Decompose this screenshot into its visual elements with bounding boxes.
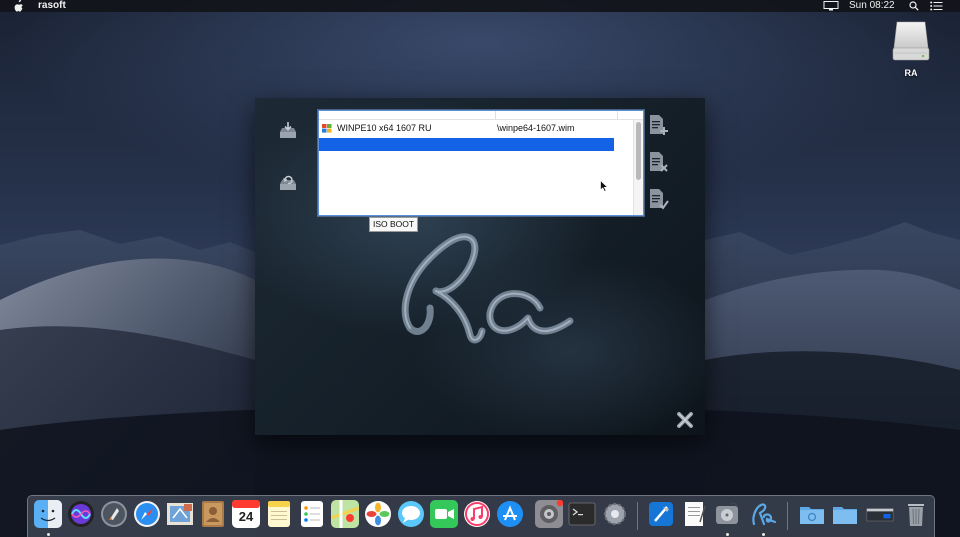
- app-store-icon[interactable]: [496, 500, 524, 528]
- safari-icon[interactable]: [133, 500, 161, 528]
- desktop: rasoft Sun 08:22 RA WINPE10 x64 1607 RU …: [0, 0, 960, 537]
- dock-separator: [787, 502, 788, 530]
- window-icon[interactable]: [866, 500, 898, 528]
- mouse-cursor-icon: [600, 180, 608, 192]
- messages-icon[interactable]: [397, 500, 425, 528]
- running-indicator: [762, 533, 765, 536]
- boot-image-list[interactable]: WINPE10 x64 1607 RU \winpe64-1607.wim: [318, 110, 644, 216]
- terminal-icon[interactable]: [568, 500, 596, 528]
- list-item-selected[interactable]: [319, 138, 614, 151]
- list-header: [319, 111, 643, 120]
- finder-icon[interactable]: [34, 500, 62, 528]
- image-path: \winpe64-1607.wim: [497, 123, 575, 133]
- menubar-clock[interactable]: Sun 08:22: [849, 0, 895, 12]
- scroll-thumb[interactable]: [636, 122, 641, 180]
- calendar-day: 24: [238, 509, 254, 524]
- list-scrollbar[interactable]: [633, 120, 643, 215]
- trash-icon[interactable]: [902, 500, 930, 528]
- settings-gear-icon[interactable]: [601, 500, 629, 528]
- calendar-icon[interactable]: 24: [232, 500, 260, 528]
- facetime-icon[interactable]: [430, 500, 458, 528]
- airplay-display-icon[interactable]: [823, 1, 839, 11]
- dock-separator: [637, 502, 638, 530]
- maps-icon[interactable]: [331, 500, 359, 528]
- running-indicator: [726, 533, 729, 536]
- list-item[interactable]: WINPE10 x64 1607 RU \winpe64-1607.wim: [319, 122, 633, 134]
- image-name: WINPE10 x64 1607 RU: [337, 123, 432, 133]
- notification-center-icon[interactable]: [930, 1, 943, 11]
- dock: 24: [27, 495, 935, 537]
- notes-icon[interactable]: [265, 500, 293, 528]
- apple-logo-icon[interactable]: [14, 0, 24, 12]
- external-drive-icon[interactable]: [891, 20, 931, 64]
- disk-utility-icon[interactable]: [713, 500, 741, 528]
- launchpad-icon[interactable]: [100, 500, 128, 528]
- photos-icon[interactable]: [364, 500, 392, 528]
- remove-file-icon[interactable]: [647, 151, 669, 173]
- siri-icon[interactable]: [67, 500, 95, 528]
- download-drive-icon[interactable]: [277, 120, 299, 142]
- mail-icon[interactable]: [166, 500, 194, 528]
- refresh-drive-icon[interactable]: [277, 172, 299, 194]
- folder-icon[interactable]: [798, 500, 826, 528]
- downloads-folder-icon[interactable]: [831, 500, 859, 528]
- close-icon[interactable]: [676, 411, 694, 429]
- system-preferences-icon[interactable]: [535, 500, 563, 528]
- windows-logo-icon: [322, 124, 332, 133]
- ra-logo: [401, 233, 574, 344]
- add-file-icon[interactable]: [647, 114, 669, 136]
- itunes-icon[interactable]: [463, 500, 491, 528]
- search-icon[interactable]: [909, 1, 919, 11]
- contacts-icon[interactable]: [199, 500, 227, 528]
- ra-boot-window: WINPE10 x64 1607 RU \winpe64-1607.wim IS…: [255, 98, 705, 435]
- ra-app-icon[interactable]: [749, 500, 777, 528]
- app-name-menu[interactable]: rasoft: [38, 0, 66, 12]
- edit-file-icon[interactable]: [647, 188, 669, 210]
- drive-label: RA: [904, 68, 918, 78]
- menu-bar: rasoft Sun 08:22: [0, 0, 960, 12]
- running-indicator: [47, 533, 50, 536]
- reminders-icon[interactable]: [298, 500, 326, 528]
- iso-boot-button[interactable]: ISO BOOT: [369, 217, 419, 232]
- textedit-icon[interactable]: [680, 500, 708, 528]
- xcode-icon[interactable]: [647, 500, 675, 528]
